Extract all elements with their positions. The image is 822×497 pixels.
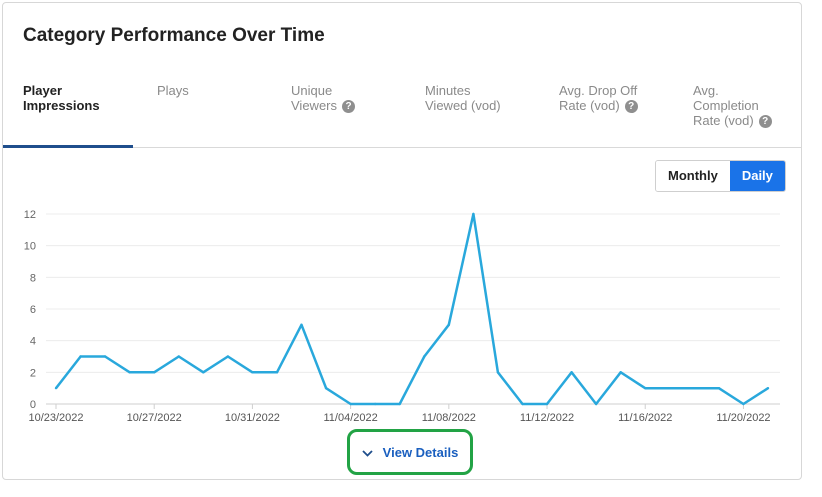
x-tick-label: 10/27/2022 (127, 412, 182, 424)
data-point (668, 386, 671, 390)
y-tick-label: 8 (30, 272, 36, 284)
x-tick-label: 11/12/2022 (520, 412, 574, 424)
data-point (177, 355, 180, 358)
data-point (103, 355, 107, 358)
data-point (128, 371, 131, 374)
data-point (742, 402, 745, 406)
x-tick-label: 11/16/2022 (618, 412, 672, 424)
data-point (349, 402, 352, 406)
data-point (717, 386, 721, 390)
data-point (275, 371, 279, 374)
y-tick-label: 2 (30, 367, 36, 379)
data-point (324, 386, 328, 390)
data-point (644, 386, 647, 390)
data-point (79, 355, 82, 358)
x-tick-label: 10/31/2022 (225, 412, 280, 424)
x-tick-label: 10/23/2022 (28, 412, 83, 424)
data-point (153, 371, 156, 374)
data-point (472, 212, 475, 216)
data-point (570, 371, 573, 374)
x-tick-label: 11/20/2022 (716, 412, 770, 424)
data-point (521, 402, 524, 406)
y-tick-label: 12 (24, 209, 36, 221)
data-point (54, 386, 58, 390)
y-tick-label: 10 (24, 241, 36, 253)
data-point (693, 386, 696, 390)
data-point (496, 371, 500, 374)
data-point (619, 371, 622, 374)
y-tick-label: 0 (30, 399, 36, 411)
y-tick-label: 4 (30, 336, 36, 348)
x-tick-label: 11/08/2022 (422, 412, 476, 424)
data-point (447, 323, 451, 327)
data-point (226, 355, 230, 358)
line-chart: 0 2 4 6 8 10 12 10/23/2022 10/27/2022 10/31/2022 1… (24, 209, 780, 424)
data-point (398, 402, 401, 406)
x-tick-label: 11/04/2022 (323, 412, 377, 424)
data-point (300, 323, 303, 327)
y-tick-label: 6 (30, 304, 36, 316)
data-point (594, 402, 598, 406)
data-point (766, 386, 770, 390)
data-point (423, 355, 426, 358)
data-point (545, 402, 549, 406)
view-details-button[interactable]: View Details (347, 429, 473, 475)
data-point (251, 371, 254, 374)
view-details-label: View Details (382, 444, 459, 460)
data-point (373, 402, 377, 406)
chevron-down-icon (362, 445, 373, 460)
data-point (202, 371, 205, 374)
